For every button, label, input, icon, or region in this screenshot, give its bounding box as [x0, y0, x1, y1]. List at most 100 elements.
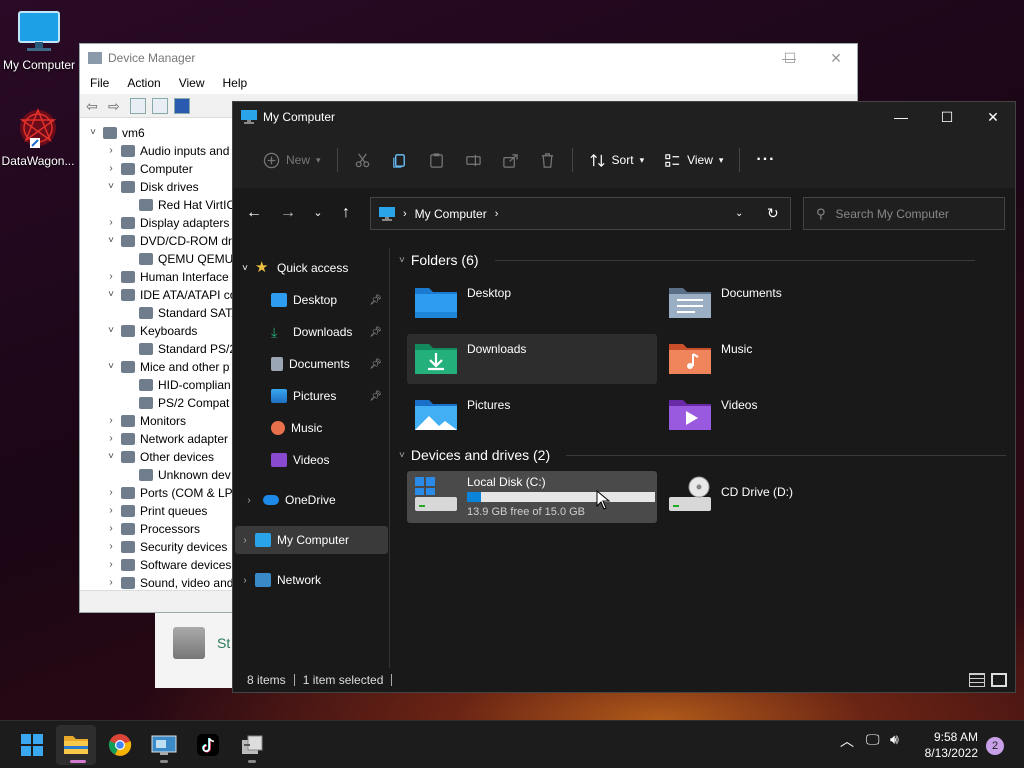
nav-videos[interactable]: Videos [235, 446, 388, 474]
taskbar-file-explorer[interactable] [56, 725, 96, 765]
devices-group-header[interactable]: ˅ Devices and drives (2) [399, 447, 1007, 463]
taskbar-tiktok[interactable] [188, 725, 228, 765]
forward-button[interactable]: → [271, 198, 305, 228]
pin-icon[interactable]: 📌︎ [369, 359, 382, 370]
address-dropdown-icon[interactable]: ⌄ [735, 208, 743, 219]
up-button[interactable]: ↑ [331, 198, 361, 228]
taskbar-server-app[interactable] [232, 725, 272, 765]
folders-group-header[interactable]: ˅ Folders (6) [399, 252, 975, 268]
menu-file[interactable]: File [90, 76, 109, 90]
close-button[interactable]: ✕ [970, 102, 1016, 132]
nav-desktop[interactable]: Desktop 📌︎ [235, 286, 388, 314]
nav-pictures[interactable]: Pictures 📌︎ [235, 382, 388, 410]
volume-icon[interactable]: 🔊︎ [890, 731, 899, 748]
pin-icon[interactable]: 📌︎ [369, 327, 382, 338]
list-icon[interactable] [152, 97, 168, 114]
folder-tile-documents[interactable]: Documents [661, 278, 911, 328]
device-tree-node[interactable]: PS/2 Compat [80, 394, 240, 412]
nav-my-computer[interactable]: › My Computer [235, 526, 388, 554]
taskbar-device-manager[interactable] [144, 725, 184, 765]
cut-button[interactable] [344, 144, 381, 176]
chevron-right-icon[interactable]: › [104, 412, 118, 430]
chevron-down-icon[interactable]: ˅ [104, 178, 118, 196]
chevron-down-icon[interactable]: ˅ [86, 124, 100, 142]
desktop-icon-datawagon[interactable]: DataWagon... [0, 106, 76, 168]
refresh-icon[interactable]: ↻ [767, 205, 779, 222]
forward-icon[interactable]: ⇨ [108, 98, 124, 114]
delete-button[interactable] [529, 144, 566, 176]
device-tree-node[interactable]: › Ports (COM & LP [80, 484, 240, 502]
chevron-down-icon[interactable]: ˅ [104, 322, 118, 340]
chevron-down-icon[interactable]: ˅ [104, 358, 118, 376]
chevron-right-icon[interactable]: › [104, 142, 118, 160]
chevron-right-icon[interactable]: › [104, 538, 118, 556]
help-icon[interactable] [174, 97, 190, 114]
nav-network[interactable]: › Network [235, 566, 388, 594]
details-view-icon[interactable] [969, 673, 985, 687]
device-tree-node[interactable]: ˅ Other devices [80, 448, 240, 466]
device-tree-node[interactable]: › Display adapters [80, 214, 240, 232]
back-icon[interactable]: ⇦ [86, 98, 102, 114]
device-tree-node[interactable]: › Software devices [80, 556, 240, 574]
maximize-button[interactable]: ☐ [767, 44, 813, 72]
large-icons-view-icon[interactable] [991, 673, 1007, 687]
device-tree-node[interactable]: ˅ Keyboards [80, 322, 240, 340]
device-tree-node[interactable]: Unknown dev [80, 466, 240, 484]
maximize-button[interactable]: ☐ [924, 102, 970, 132]
chevron-right-icon[interactable]: › [104, 214, 118, 232]
folder-tile-downloads[interactable]: Downloads [407, 334, 657, 384]
paste-button[interactable] [418, 144, 455, 176]
view-button[interactable]: View ▾ [654, 144, 733, 176]
more-options-button[interactable]: ··· [746, 144, 785, 176]
device-tree-node[interactable]: › Security devices [80, 538, 240, 556]
folder-tile-pictures[interactable]: Pictures [407, 390, 657, 440]
device-tree-node[interactable]: ˅ vm6 [80, 124, 240, 142]
device-tree-node[interactable]: Standard PS/2 [80, 340, 240, 358]
device-tree-node[interactable]: QEMU QEMU [80, 250, 240, 268]
chevron-right-icon[interactable]: › [104, 556, 118, 574]
device-tree-node[interactable]: ˅ Mice and other p [80, 358, 240, 376]
copy-button[interactable] [381, 144, 418, 176]
chevron-right-icon[interactable]: › [104, 484, 118, 502]
chevron-down-icon[interactable]: ˅ [104, 448, 118, 466]
chevron-down-icon[interactable]: ˅ [104, 286, 118, 304]
device-tree-node[interactable]: › Network adapter [80, 430, 240, 448]
minimize-button[interactable]: — [878, 102, 924, 132]
address-bar[interactable]: › My Computer › ⌄ ↻ [370, 197, 791, 230]
close-button[interactable]: ✕ [813, 44, 859, 72]
device-tree-node[interactable]: Standard SATA [80, 304, 240, 322]
folder-tile-music[interactable]: Music [661, 334, 911, 384]
device-tree-node[interactable]: › Print queues [80, 502, 240, 520]
rename-button[interactable] [455, 144, 492, 176]
new-button[interactable]: New ▾ [253, 144, 331, 176]
drive-tile-local-disk-c[interactable]: Local Disk (C:) 13.9 GB free of 15.0 GB [407, 471, 657, 523]
device-tree-node[interactable]: › Computer [80, 160, 240, 178]
device-tree-node[interactable]: › Processors [80, 520, 240, 538]
nav-quick-access[interactable]: ˅ ★ Quick access [235, 254, 388, 282]
nav-music[interactable]: Music [235, 414, 388, 442]
taskbar-chrome[interactable] [100, 725, 140, 765]
file-explorer-window[interactable]: My Computer — ☐ ✕ New ▾ Sort ▾ View ▾ ··… [232, 101, 1016, 693]
desktop-icon-my-computer[interactable]: My Computer [1, 10, 77, 72]
pin-icon[interactable]: 📌︎ [369, 391, 382, 402]
show-hidden-icons-chevron-icon[interactable]: ︿ [840, 731, 854, 751]
share-button[interactable] [492, 144, 529, 176]
chevron-down-icon[interactable]: ˅ [104, 232, 118, 250]
recent-locations-button[interactable]: ⌄ [305, 198, 331, 228]
chevron-right-icon[interactable]: › [104, 430, 118, 448]
nav-onedrive[interactable]: › OneDrive [235, 486, 388, 514]
device-tree-node[interactable]: › Audio inputs and [80, 142, 240, 160]
search-box[interactable]: ⚲ Search My Computer [803, 197, 1005, 230]
clock[interactable]: 9:58 AM 8/13/2022 [925, 729, 978, 761]
menu-action[interactable]: Action [127, 76, 160, 90]
device-manager-titlebar[interactable]: Device Manager — ☐ ✕ [80, 44, 857, 72]
device-tree-node[interactable]: › Human Interface [80, 268, 240, 286]
start-button[interactable] [12, 725, 52, 765]
network-icon[interactable]: 🖵︎ [866, 731, 880, 748]
chevron-right-icon[interactable]: › [104, 268, 118, 286]
device-tree-node[interactable]: › Monitors [80, 412, 240, 430]
pin-icon[interactable]: 📌︎ [369, 295, 382, 306]
device-tree-node[interactable]: Red Hat VirtIO [80, 196, 240, 214]
folder-tile-desktop[interactable]: Desktop [407, 278, 657, 328]
explorer-titlebar[interactable]: My Computer — ☐ ✕ [233, 102, 1015, 132]
